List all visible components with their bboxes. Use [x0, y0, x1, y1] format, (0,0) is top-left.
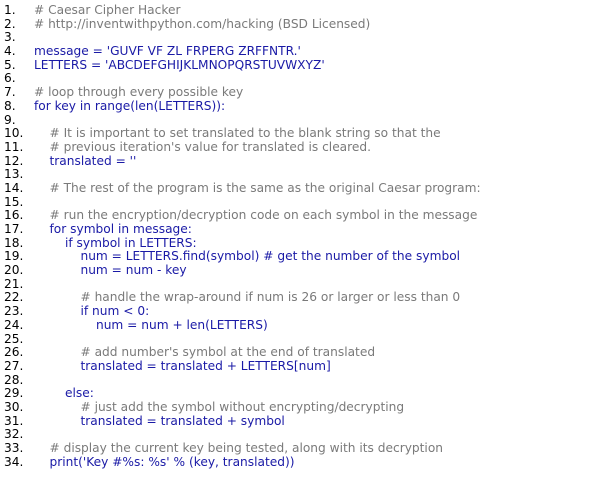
code-line: 1. # Caesar Cipher Hacker	[0, 3, 594, 18]
line-number: 13.	[4, 167, 24, 182]
line-code: num = num + len(LETTERS)	[34, 317, 268, 332]
line-number: 8.	[4, 98, 16, 113]
code-line: 7. # loop through every possible key	[0, 85, 594, 100]
line-number: 31.	[4, 413, 24, 428]
line-number: 17.	[4, 222, 24, 236]
code-line: 17. for symbol in message:	[0, 222, 594, 237]
code-line: 20. num = num - key	[0, 263, 594, 278]
line-code: # http://inventwithpython.com/hacking (B…	[34, 16, 371, 31]
line-code: translated = translated + symbol	[34, 413, 285, 428]
line-number: 6.	[4, 71, 16, 86]
code-line: 6.	[0, 72, 594, 86]
line-number: 30.	[4, 399, 24, 414]
line-number: 14.	[4, 180, 24, 195]
line-code: # add number's symbol at the end of tran…	[34, 345, 376, 360]
line-code: print('Key #%s: %s' % (key, translated))	[34, 454, 295, 469]
line-number: 11.	[4, 139, 24, 154]
code-line: 8. for key in range(len(LETTERS)):	[0, 98, 594, 114]
code-line: 26. # add number's symbol at the end of …	[0, 345, 594, 360]
code-line: 29. else:	[0, 387, 594, 401]
line-number: 25.	[4, 331, 24, 346]
code-line: 31. translated = translated + symbol	[0, 413, 594, 429]
code-line: 9.	[0, 112, 594, 128]
line-number: 19.	[4, 249, 24, 264]
line-code: # display the current key being tested, …	[34, 441, 444, 455]
line-number: 24.	[4, 317, 24, 332]
line-code: if symbol in LETTERS:	[34, 235, 197, 250]
line-code: # just add the symbol without encrypting…	[34, 399, 405, 414]
line-number: 27.	[4, 358, 24, 373]
line-number: 12.	[4, 153, 24, 168]
line-number: 34.	[4, 454, 24, 469]
code-line: 4. message = 'GUVF VF ZL FRPERG ZRFFNTR.'	[0, 44, 594, 59]
line-code: # previous iteration's value for transla…	[34, 139, 372, 154]
line-number: 22.	[4, 290, 24, 305]
line-number: 29.	[4, 386, 24, 401]
code-listing: 1. # Caesar Cipher Hacker 2. # http://inve…	[0, 0, 594, 482]
line-number: 32.	[4, 427, 24, 442]
line-number: 7.	[4, 85, 16, 100]
code-line: 11. # previous iteration's value for tra…	[0, 139, 594, 155]
code-line: 33. # display the current key being test…	[0, 441, 594, 456]
line-number: 1.	[4, 3, 16, 17]
line-number: 15.	[4, 194, 24, 209]
line-number: 23.	[4, 304, 24, 319]
line-code: num = num - key	[34, 263, 187, 278]
code-line: 16. # run the encryption/decryption code…	[0, 209, 594, 223]
code-line: 3.	[0, 31, 594, 45]
code-line: 22. # handle the wrap-around if num is 2…	[0, 291, 594, 305]
code-line: 27. translated = translated + LETTERS[nu…	[0, 358, 594, 374]
line-code: # It is important to set translated to t…	[34, 126, 441, 141]
line-code: for symbol in message:	[34, 222, 192, 236]
line-number: 18.	[4, 235, 24, 250]
code-line: 28.	[0, 372, 594, 388]
line-code: message = 'GUVF VF ZL FRPERG ZRFFNTR.'	[34, 44, 301, 59]
code-line: 24. num = num + len(LETTERS)	[0, 317, 594, 333]
line-number: 20.	[4, 263, 24, 278]
line-number: 21.	[4, 276, 24, 291]
code-line: 34. print('Key #%s: %s' % (key, translat…	[0, 454, 594, 470]
line-code: num = LETTERS.find(symbol) # get the num…	[34, 249, 461, 264]
line-number: 10.	[4, 126, 24, 141]
line-code: for key in range(len(LETTERS)):	[34, 98, 226, 113]
code-line: 19. num = LETTERS.find(symbol) # get the…	[0, 250, 594, 264]
line-code: # The rest of the program is the same as…	[34, 180, 481, 195]
line-code: else:	[34, 386, 94, 401]
line-number: 3.	[4, 30, 16, 45]
line-number: 16.	[4, 208, 24, 223]
line-code: translated = ''	[34, 153, 137, 168]
code-line: 15.	[0, 194, 594, 210]
line-code: # run the encryption/decryption code on …	[34, 208, 478, 223]
code-line: 23. if num < 0:	[0, 304, 594, 319]
line-code: LETTERS = 'ABCDEFGHIJKLMNOPQRSTUVWXYZ'	[34, 57, 325, 72]
line-number: 9.	[4, 112, 16, 127]
code-line: 5. LETTERS = 'ABCDEFGHIJKLMNOPQRSTUVWXYZ'	[0, 57, 594, 73]
line-code: translated = translated + LETTERS[num]	[34, 358, 331, 373]
line-number: 33.	[4, 441, 24, 455]
line-number: 28.	[4, 372, 24, 387]
line-number: 26.	[4, 345, 24, 360]
code-line: 25.	[0, 331, 594, 347]
code-line: 2. # http://inventwithpython.com/hacking …	[0, 16, 594, 32]
line-code: # handle the wrap-around if num is 26 or…	[34, 290, 461, 305]
code-line: 14. # The rest of the program is the sam…	[0, 180, 594, 196]
line-number: 2.	[4, 16, 16, 31]
code-line: 18. if symbol in LETTERS:	[0, 235, 594, 251]
code-line: 10. # It is important to set translated …	[0, 126, 594, 141]
line-number: 5.	[4, 57, 16, 72]
line-code: if num < 0:	[34, 304, 150, 319]
code-line: 32.	[0, 428, 594, 442]
line-code: # Caesar Cipher Hacker	[34, 3, 181, 17]
code-line: 12. translated = ''	[0, 153, 594, 169]
line-number: 4.	[4, 44, 16, 59]
code-line: 13.	[0, 168, 594, 182]
code-line: 21.	[0, 276, 594, 292]
line-code: # loop through every possible key	[34, 85, 244, 100]
code-line: 30. # just add the symbol without encryp…	[0, 399, 594, 415]
